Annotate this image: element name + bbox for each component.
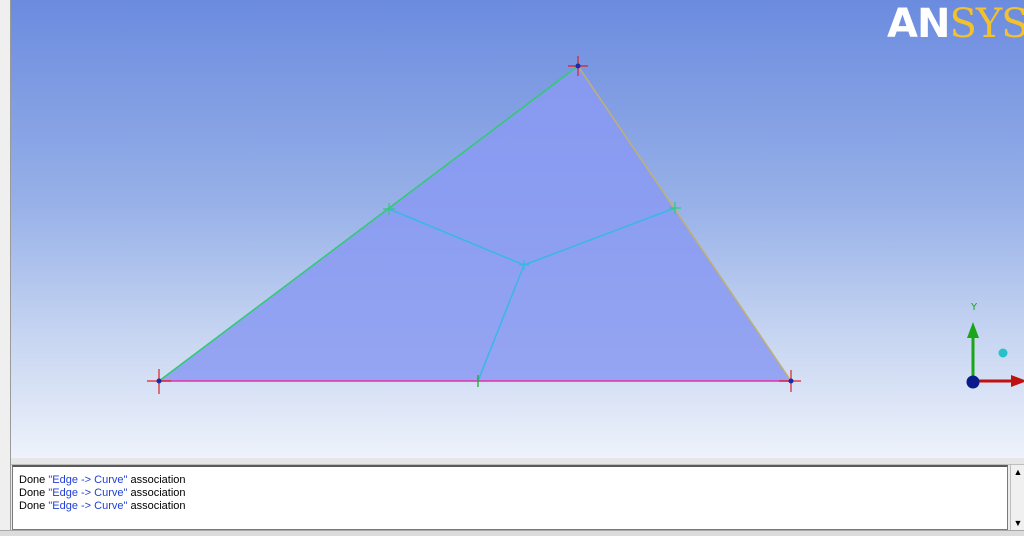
message-line: Done "Edge -> Curve" association (19, 500, 1007, 513)
message-window[interactable]: Done "Edge -> Curve" association Done "E… (12, 465, 1008, 530)
graphics-viewport[interactable]: Y ANSYS (11, 0, 1024, 458)
z-axis-icon (999, 349, 1008, 358)
message-line: Done "Edge -> Curve" association (19, 487, 1007, 500)
axis-triad: Y (967, 302, 1024, 389)
bottom-status-bar (0, 530, 1024, 536)
vertex-marker-bottom-left[interactable] (147, 369, 171, 394)
scroll-up-icon[interactable]: ▲ (1011, 465, 1024, 479)
scroll-down-icon[interactable]: ▼ (1011, 516, 1024, 530)
ansys-logo: ANSYS (887, 4, 1024, 44)
triangle-face[interactable] (159, 66, 791, 381)
message-scrollbar[interactable]: ▲ ▼ (1010, 465, 1024, 530)
y-axis-label: Y (970, 302, 978, 313)
left-panel-strip (0, 0, 11, 535)
viewport-separator[interactable] (11, 458, 1024, 465)
geometry-canvas[interactable]: Y (11, 0, 1024, 458)
logo-secondary: SYS (949, 1, 1024, 47)
axis-origin-icon (967, 376, 980, 389)
logo-primary: AN (887, 1, 949, 47)
message-line: Done "Edge -> Curve" association (19, 474, 1007, 487)
